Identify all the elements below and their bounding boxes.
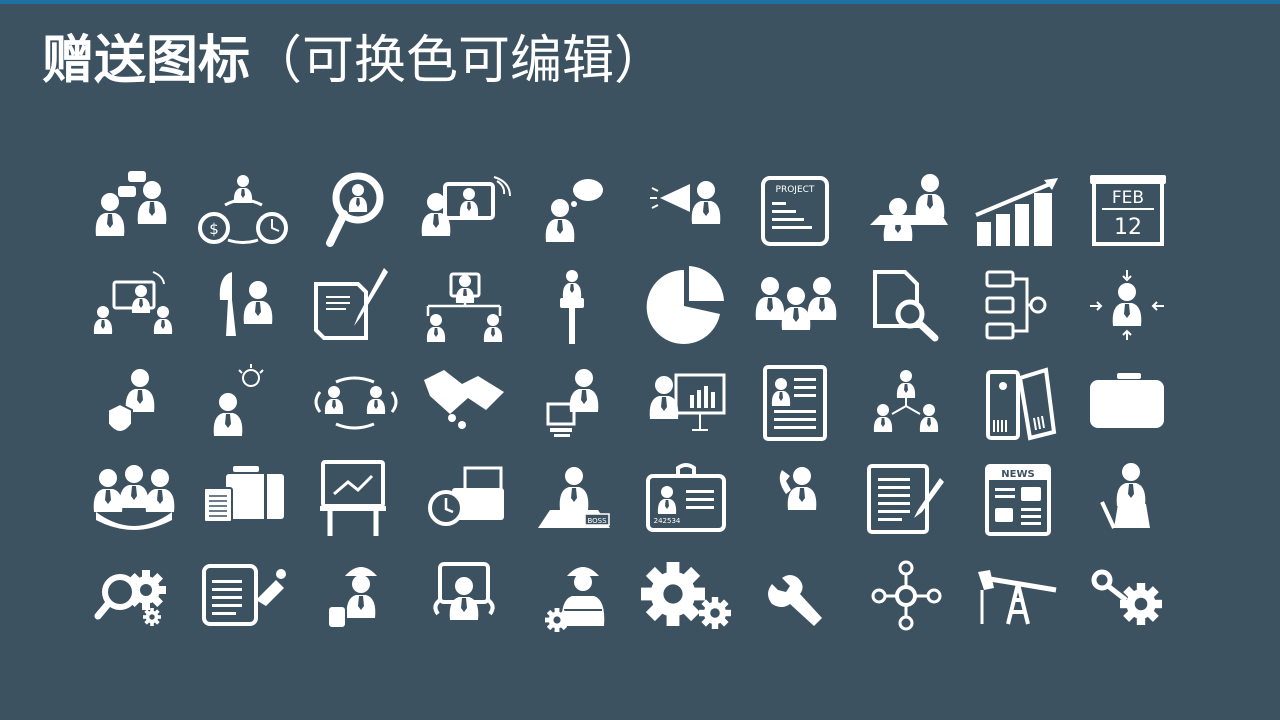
briefcase-icon (1090, 373, 1164, 428)
project-document-icon: PROJECT (761, 176, 829, 246)
network-people-icon (873, 370, 939, 432)
dollar-sign: $ (209, 220, 219, 238)
idea-person-icon (213, 364, 264, 436)
news-label: NEWS (1001, 469, 1034, 480)
key-gear-icon (1091, 569, 1162, 625)
group-meeting-icon (93, 465, 175, 530)
chat-people-icon (95, 171, 167, 236)
engineer-blueprint-icon (327, 567, 377, 629)
money-cycle-icon: $ (198, 175, 288, 244)
boss-desk-icon: BOSS (538, 467, 610, 528)
search-person-icon (326, 172, 384, 247)
research-gear-icon (94, 570, 166, 626)
meeting-table-icon (870, 174, 948, 241)
binders-icon (986, 367, 1057, 441)
time-folder-icon (428, 466, 504, 526)
document-stamp-icon (202, 564, 286, 626)
desk-plate: BOSS (587, 517, 607, 525)
team-collaboration-icon (314, 376, 398, 430)
video-call-icon (421, 176, 511, 236)
focus-person-icon (1090, 270, 1164, 340)
remote-conference-icon (93, 271, 173, 334)
monitor-user-icon (433, 562, 495, 620)
whiteboard-icon (320, 460, 386, 536)
luggage-icon (203, 466, 284, 523)
calendar-day: 12 (1114, 215, 1142, 240)
gears-icon (641, 562, 731, 629)
presentation-person-icon (649, 373, 726, 431)
org-chart-icon (426, 272, 503, 342)
edit-document-icon (867, 464, 944, 534)
document-pen-icon (314, 268, 388, 340)
calendar-month: FEB (1112, 188, 1144, 208)
team-group-icon (755, 277, 837, 330)
badge-id: 242534 (654, 517, 681, 525)
id-badge-icon: 242534 (646, 463, 726, 532)
computer-user-icon (546, 369, 599, 437)
handshake-icon (424, 370, 504, 429)
writing-person-icon (1100, 463, 1150, 529)
resume-icon (763, 365, 827, 441)
podium-speaker-icon (560, 270, 584, 344)
phone-call-person-icon (779, 467, 817, 510)
thinking-person-icon (545, 179, 603, 242)
project-label: PROJECT (776, 185, 815, 195)
icon-grid: $ PROJECT FEB 12 BOSS 242534 NEWS (93, 171, 1166, 632)
flowchart-icon (985, 270, 1047, 340)
newspaper-icon: NEWS (985, 464, 1051, 536)
network-nodes-icon (871, 560, 942, 631)
file-search-icon (873, 270, 939, 342)
worker-gear-icon (545, 567, 605, 632)
oil-pump-icon (978, 570, 1057, 625)
pie-chart-icon (646, 266, 724, 344)
megaphone-person-icon (650, 181, 721, 224)
people-conversation-icon (219, 272, 273, 336)
security-person-icon (107, 369, 155, 433)
growth-chart-icon (975, 178, 1058, 246)
calendar-icon: FEB 12 (1090, 175, 1166, 246)
wrench-icon (768, 575, 822, 626)
